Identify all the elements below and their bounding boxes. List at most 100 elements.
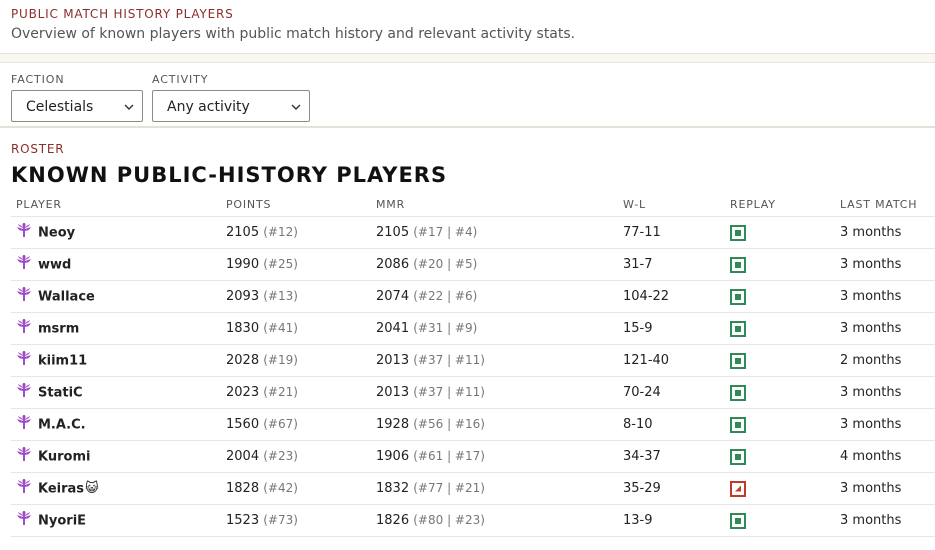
- mmr-faction-rank: #11): [454, 385, 485, 399]
- mmr-rank: (#31: [413, 321, 444, 335]
- mmr-value: 2013: [376, 353, 410, 368]
- roster-title: KNOWN PUBLIC-HISTORY PLAYERS: [11, 163, 448, 187]
- replay-cell: [730, 440, 840, 473]
- mmr-cell: 2013 (#37 | #11): [376, 376, 623, 409]
- mmr-separator: |: [443, 481, 455, 495]
- mmr-rank: (#61: [413, 449, 444, 463]
- mmr-value: 1906: [376, 449, 410, 464]
- mmr-separator: |: [443, 321, 455, 335]
- replay-icon[interactable]: [730, 288, 746, 305]
- player-name-link[interactable]: StatiC: [38, 385, 83, 400]
- celestials-faction-icon: [16, 350, 32, 370]
- column-header-replay[interactable]: REPLAY: [730, 192, 840, 217]
- celestials-faction-icon: [16, 382, 32, 402]
- mmr-value: 1928: [376, 417, 410, 432]
- points-rank: (#25): [263, 257, 298, 271]
- faction-select[interactable]: Celestials: [11, 90, 143, 122]
- mmr-separator: |: [443, 353, 455, 367]
- page-header: PUBLIC MATCH HISTORY PLAYERS Overview of…: [0, 0, 935, 54]
- points-cell: 1560 (#67): [226, 408, 376, 441]
- replay-icon[interactable]: [730, 448, 746, 465]
- points-value: 2105: [226, 225, 260, 240]
- replay-cell: [730, 312, 840, 345]
- mmr-cell: 1906 (#61 | #17): [376, 440, 623, 473]
- divider-band: [0, 54, 935, 63]
- player-cell: Wallace: [11, 280, 226, 313]
- points-rank: (#41): [263, 321, 298, 335]
- table-row: M.A.C. 1560 (#67) 1928 (#56 | #16) 8-10 3 mo…: [11, 408, 935, 441]
- mmr-faction-rank: #9): [454, 321, 478, 335]
- column-header-wl[interactable]: W-L: [623, 192, 730, 217]
- faction-filter-label: FACTION: [11, 73, 65, 86]
- mmr-value: 2013: [376, 385, 410, 400]
- mmr-faction-rank: #5): [454, 257, 478, 271]
- player-name-link[interactable]: NyoriE: [38, 513, 86, 528]
- points-value: 2093: [226, 289, 260, 304]
- replay-icon[interactable]: [730, 384, 746, 401]
- last-match-cell: 3 months: [840, 504, 935, 537]
- column-header-last-match[interactable]: LAST MATCH: [840, 192, 935, 217]
- player-name-link[interactable]: wwd: [38, 257, 71, 272]
- mmr-cell: 2013 (#37 | #11): [376, 344, 623, 377]
- mmr-separator: |: [443, 417, 455, 431]
- replay-icon[interactable]: [730, 224, 746, 241]
- page-eyebrow: PUBLIC MATCH HISTORY PLAYERS: [11, 7, 234, 21]
- mmr-faction-rank: #16): [454, 417, 485, 431]
- mmr-rank: (#22: [413, 289, 444, 303]
- player-name-link[interactable]: msrm: [38, 321, 79, 336]
- replay-cell: [730, 472, 840, 505]
- column-header-mmr[interactable]: MMR: [376, 192, 623, 217]
- replay-cell: [730, 344, 840, 377]
- mmr-faction-rank: #23): [454, 513, 485, 527]
- table-row: Wallace 2093 (#13) 2074 (#22 | #6) 104-22 3 …: [11, 280, 935, 313]
- wl-cell: 31-7: [623, 248, 730, 281]
- player-name-link[interactable]: M.A.C.: [38, 417, 86, 432]
- player-name-link[interactable]: Neoy: [38, 225, 75, 240]
- activity-select[interactable]: Any activity: [152, 90, 310, 122]
- mmr-faction-rank: #21): [454, 481, 485, 495]
- table-row: Neoy 2105 (#12) 2105 (#17 | #4) 77-11 3 mont…: [11, 216, 935, 249]
- column-header-points[interactable]: POINTS: [226, 192, 376, 217]
- replay-icon[interactable]: [730, 480, 746, 497]
- player-name-link[interactable]: Kuromi: [38, 449, 90, 464]
- wl-cell: 35-29: [623, 472, 730, 505]
- points-value: 2004: [226, 449, 260, 464]
- celestials-faction-icon: [16, 446, 32, 466]
- replay-icon[interactable]: [730, 256, 746, 273]
- replay-cell: [730, 248, 840, 281]
- replay-cell: [730, 376, 840, 409]
- mmr-cell: 2105 (#17 | #4): [376, 216, 623, 249]
- mmr-rank: (#56: [413, 417, 444, 431]
- wl-cell: 104-22: [623, 280, 730, 313]
- points-cell: 2004 (#23): [226, 440, 376, 473]
- last-match-cell: 4 months: [840, 440, 935, 473]
- replay-icon[interactable]: [730, 320, 746, 337]
- replay-cell: [730, 408, 840, 441]
- player-cell: M.A.C.: [11, 408, 226, 441]
- activity-filter-label: ACTIVITY: [152, 73, 209, 86]
- mmr-rank: (#80: [413, 513, 444, 527]
- player-name-link[interactable]: Wallace: [38, 289, 95, 304]
- last-match-cell: 2 months: [840, 344, 935, 377]
- last-match-cell: 3 months: [840, 408, 935, 441]
- celestials-faction-icon: [16, 478, 32, 498]
- replay-icon[interactable]: [730, 416, 746, 433]
- points-value: 1523: [226, 513, 260, 528]
- player-name-link[interactable]: Keiras: [38, 481, 84, 496]
- table-row: NyoriE 1523 (#73) 1826 (#80 | #23) 13-9 3 mo…: [11, 504, 935, 537]
- wl-cell: 70-24: [623, 376, 730, 409]
- celestials-faction-icon: [16, 286, 32, 306]
- last-match-cell: 3 months: [840, 312, 935, 345]
- wl-cell: 121-40: [623, 344, 730, 377]
- column-header-player[interactable]: PLAYER: [11, 192, 226, 217]
- points-rank: (#12): [263, 225, 298, 239]
- replay-icon[interactable]: [730, 352, 746, 369]
- replay-icon[interactable]: [730, 512, 746, 529]
- points-value: 1990: [226, 257, 260, 272]
- last-match-cell: 3 months: [840, 216, 935, 249]
- player-name-link[interactable]: kiim11: [38, 353, 87, 368]
- points-cell: 1990 (#25): [226, 248, 376, 281]
- table-row: kiim11 2028 (#19) 2013 (#37 | #11) 121-40 2 …: [11, 344, 935, 377]
- last-match-cell: 3 months: [840, 472, 935, 505]
- player-cell: Keiras😺: [11, 472, 226, 505]
